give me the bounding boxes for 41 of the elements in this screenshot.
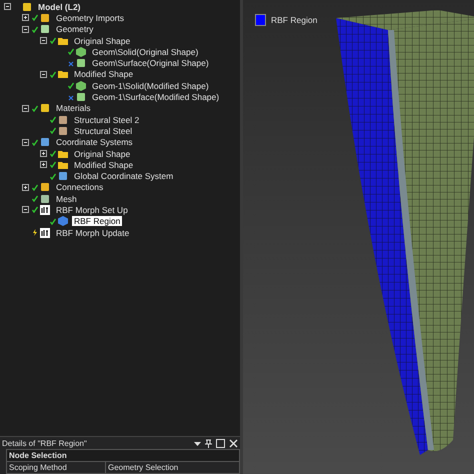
expander-icon[interactable] xyxy=(40,150,47,157)
tree-item[interactable]: Global Coordinate System xyxy=(72,171,176,182)
expander-icon[interactable] xyxy=(22,206,29,214)
tree-item[interactable]: Connections xyxy=(54,182,106,192)
close-icon[interactable] xyxy=(229,438,238,448)
tree-item[interactable]: Geometry Imports xyxy=(54,12,126,23)
expander-icon[interactable] xyxy=(22,104,29,112)
property-value[interactable]: Geometry Selection xyxy=(106,462,178,473)
tree-item[interactable]: Coordinate Systems xyxy=(54,137,135,148)
expander-icon[interactable] xyxy=(22,14,29,22)
expander-icon[interactable] xyxy=(40,37,47,44)
pin-icon[interactable] xyxy=(205,438,212,448)
tree-item[interactable]: Geom\Surface(Original Shape) xyxy=(90,58,211,68)
expander-icon[interactable] xyxy=(22,26,29,33)
tree-item[interactable]: RBF Morph Update xyxy=(54,228,132,238)
tree-item[interactable]: Structural Steel xyxy=(72,126,134,136)
legend-label: RBF Region xyxy=(271,15,318,25)
tree-item[interactable]: Geom-1\Surface(Modified Shape) xyxy=(90,92,222,102)
tree-item[interactable]: RBF Region xyxy=(72,216,122,226)
dropdown-icon[interactable] xyxy=(194,440,201,446)
tree-item[interactable]: Modified Shape xyxy=(72,69,136,80)
tree-item[interactable]: Original Shape xyxy=(72,36,132,46)
expander-icon[interactable] xyxy=(22,184,29,191)
property-name: Scoping Method xyxy=(7,462,106,473)
tree-item[interactable]: Geom-1\Solid(Modified Shape) xyxy=(90,80,211,91)
expander-icon[interactable] xyxy=(4,3,11,10)
expander-icon[interactable] xyxy=(22,138,29,146)
panel-title: Details of "RBF Region" xyxy=(2,438,87,448)
tree-root-label[interactable]: Model (L2) xyxy=(36,2,82,12)
tree-item[interactable]: Geometry xyxy=(54,24,96,34)
tree-item[interactable]: Geom\Solid(Original Shape) xyxy=(90,46,200,57)
tree-item[interactable]: Materials xyxy=(54,103,92,114)
tree-item[interactable]: Mesh xyxy=(54,194,79,204)
group-header: Node Selection xyxy=(6,449,240,462)
tree-item[interactable]: Structural Steel 2 xyxy=(72,114,142,125)
expander-icon[interactable] xyxy=(40,161,47,168)
maximize-icon[interactable] xyxy=(216,438,225,448)
tree-item[interactable]: RBF Morph Set Up xyxy=(54,204,130,215)
tree-item[interactable]: Modified Shape xyxy=(72,160,136,170)
expander-icon[interactable] xyxy=(40,70,47,78)
tree-item[interactable]: Original Shape xyxy=(72,148,132,158)
